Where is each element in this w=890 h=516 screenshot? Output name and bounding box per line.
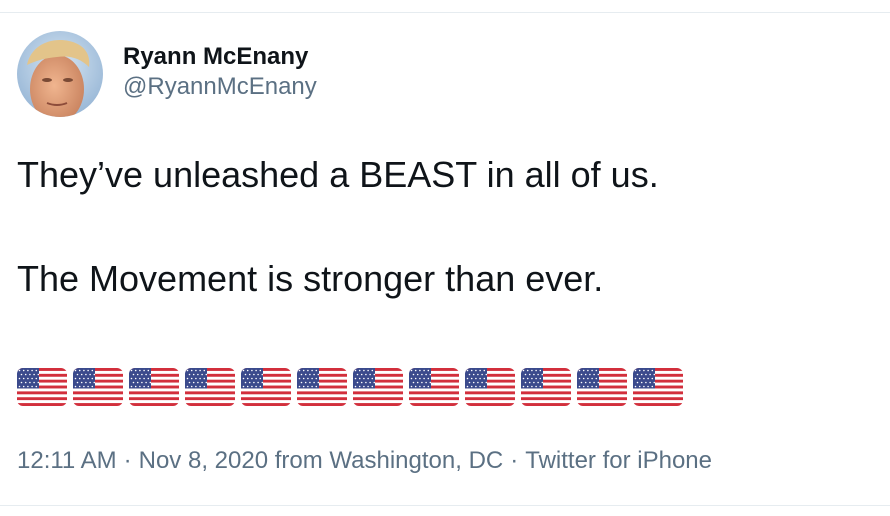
tweet-source[interactable]: Twitter for iPhone: [525, 447, 712, 474]
bottom-divider: [0, 505, 890, 506]
us-flag-icon: [353, 368, 403, 406]
us-flag-icon: [465, 368, 515, 406]
tweet-text-line-1: They’ve unleashed a BEAST in all of us.: [17, 154, 659, 195]
tweet-card: Ryann McEnany @RyannMcEnany They’ve unle…: [0, 0, 890, 516]
tweet-date[interactable]: Nov 8, 2020: [139, 447, 268, 474]
author-names: Ryann McEnany @RyannMcEnany: [123, 42, 317, 102]
us-flag-icon: [73, 368, 123, 406]
us-flag-icon: [633, 368, 683, 406]
us-flag-icon: [409, 368, 459, 406]
meta-separator: ·: [510, 447, 519, 474]
us-flag-icon: [129, 368, 179, 406]
avatar[interactable]: [17, 31, 103, 117]
user-handle[interactable]: @RyannMcEnany: [123, 72, 317, 102]
tweet-text: They’ve unleashed a BEAST in all of us. …: [17, 153, 659, 301]
tweet-time[interactable]: 12:11 AM: [17, 447, 117, 474]
us-flag-icon: [241, 368, 291, 406]
display-name[interactable]: Ryann McEnany: [123, 42, 317, 72]
us-flag-icon: [297, 368, 347, 406]
tweet-text-line-2: The Movement is stronger than ever.: [17, 258, 604, 299]
tweet-header: Ryann McEnany @RyannMcEnany: [17, 31, 317, 117]
us-flag-icon: [17, 368, 67, 406]
avatar-image: [17, 31, 103, 117]
us-flag-icon: [185, 368, 235, 406]
us-flag-icon: [577, 368, 627, 406]
tweet-metadata: 12:11 AM · Nov 8, 2020 from Washington, DC…: [17, 446, 712, 476]
flag-emoji-row: [17, 368, 683, 406]
meta-separator: ·: [123, 447, 132, 474]
tweet-location: from Washington, DC: [274, 447, 504, 474]
us-flag-icon: [521, 368, 571, 406]
